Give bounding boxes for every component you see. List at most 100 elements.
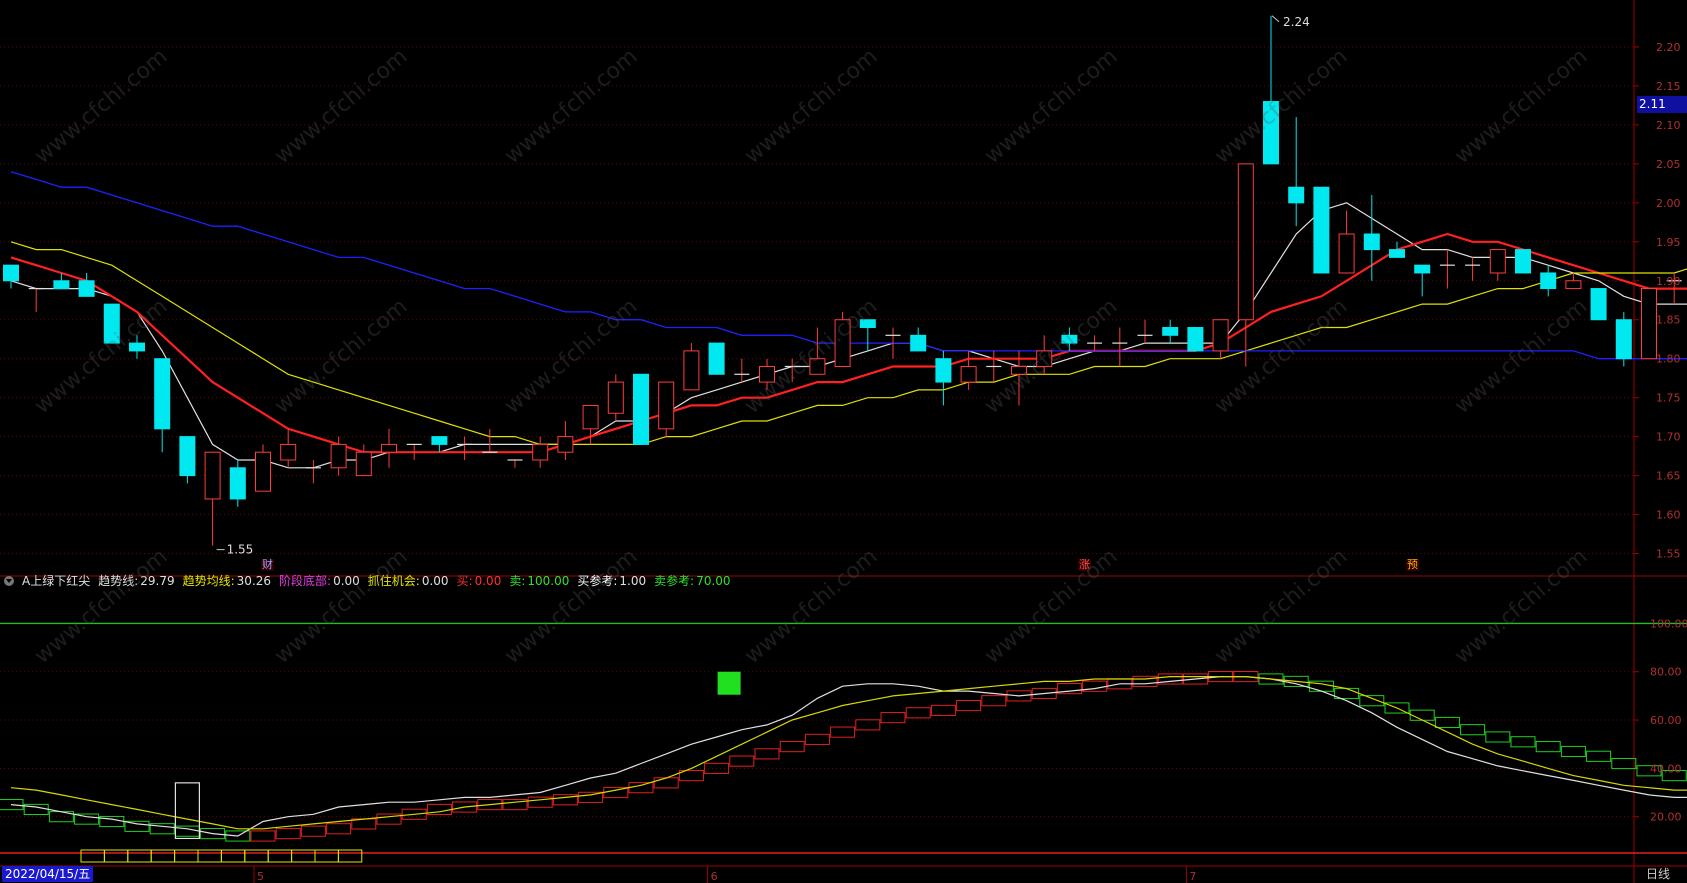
indicator-y-tick-label: 100.00 xyxy=(1650,617,1687,630)
stock-chart[interactable]: 1.55 1.60 1.65 1.70 1.75 1.80 1.85 1.90 1.95 2.00… xyxy=(0,0,1687,883)
candle-down xyxy=(3,264,19,282)
candle-up xyxy=(557,436,574,453)
indicator-step-box xyxy=(300,825,326,837)
main-y-tick-label: 1.85 xyxy=(1656,314,1681,327)
indicator-field-4: 买: xyxy=(456,574,473,588)
indicator-field-value-7: 70.00 xyxy=(696,574,731,588)
indicator-step-box xyxy=(1560,745,1586,758)
main-y-tick-label: 2.20 xyxy=(1656,41,1681,54)
candle-down xyxy=(910,334,927,352)
indicator-step-box xyxy=(653,777,679,789)
indicator-step-box xyxy=(981,695,1007,707)
candle-down xyxy=(1263,101,1279,165)
x-tick-label: 7 xyxy=(1189,870,1196,883)
event-marker-finance[interactable]: 财 xyxy=(261,559,274,571)
candle-up xyxy=(204,451,221,500)
indicator-field-0: 趋势线: xyxy=(98,574,139,588)
candle-down xyxy=(431,436,448,445)
period-label[interactable]: 日线 xyxy=(1646,866,1670,882)
candle-up xyxy=(1036,350,1053,367)
indicator-field-5: 卖: xyxy=(509,574,526,588)
y-axis-labels: 1.55 1.60 1.65 1.70 1.75 1.80 1.85 1.90 1.95 2.00… xyxy=(1650,41,1687,824)
indicator-field-6: 买参考: xyxy=(577,574,618,588)
x-tick-label: 6 xyxy=(711,870,718,883)
candle-up xyxy=(1641,288,1657,360)
indicator-field-value-6: 1.00 xyxy=(619,574,647,588)
chart-annotations: 2.24 1.55 xyxy=(80,15,1310,863)
candle-down xyxy=(708,342,725,375)
indicator-lines xyxy=(0,622,1687,854)
candle-down xyxy=(1363,233,1380,251)
indicator-step-box xyxy=(1434,716,1460,729)
indicator-step-box xyxy=(855,719,881,731)
yellow-marker-box xyxy=(127,849,152,863)
indicator-step-box xyxy=(804,733,830,745)
candle-down xyxy=(1061,334,1078,344)
indicator-step-box xyxy=(1535,741,1561,753)
candle-up xyxy=(1011,365,1027,375)
indicator-y-tick-label: 20.00 xyxy=(1650,811,1682,824)
indicator-y-tick-label: 40.00 xyxy=(1650,762,1682,775)
yellow-marker-box xyxy=(103,849,129,863)
main-y-tick-label: 1.65 xyxy=(1656,470,1681,483)
candle-down xyxy=(1389,249,1405,258)
indicator-step-box xyxy=(250,830,276,842)
indicator-field-value-0: 29.79 xyxy=(140,574,175,588)
chart-axes xyxy=(0,0,1687,883)
candle-down xyxy=(1162,327,1179,336)
indicator-step-box xyxy=(1460,724,1486,736)
indicator-step-box xyxy=(880,712,906,724)
indicator-field-value-2: 0.00 xyxy=(333,574,360,588)
max-price-label: 2.24 xyxy=(1283,15,1310,29)
candle-up xyxy=(582,404,599,430)
date-badge[interactable]: 2022/04/15/五 xyxy=(2,866,94,882)
indicator-step-box xyxy=(1586,750,1612,762)
candle-up xyxy=(381,443,397,453)
yellow-marker-box xyxy=(150,849,176,863)
candle-up xyxy=(532,443,549,461)
indicator-step-box xyxy=(905,707,931,719)
sell-signal-box xyxy=(717,671,741,695)
main-y-tick-label: 1.95 xyxy=(1656,236,1681,249)
candle-down xyxy=(1540,272,1557,290)
candle-down xyxy=(103,303,120,344)
collapse-icon[interactable] xyxy=(4,576,14,586)
indicator-step-box xyxy=(275,828,301,840)
candle-down xyxy=(229,467,246,500)
candle-up xyxy=(1338,233,1355,274)
candle-up xyxy=(1565,280,1582,290)
grid-lines xyxy=(0,46,1634,818)
main-y-tick-label: 2.00 xyxy=(1656,197,1681,210)
indicator-field-3: 抓住机会: xyxy=(367,574,420,588)
candle-down xyxy=(1187,327,1204,352)
candle-up xyxy=(1489,249,1506,274)
candle-up xyxy=(809,358,826,375)
main-y-tick-label: 2.10 xyxy=(1656,119,1681,132)
event-marker-limit-up[interactable]: 涨 xyxy=(1078,559,1091,571)
x-axis-labels: 5 6 7 xyxy=(257,870,1196,883)
candle-up xyxy=(607,381,624,414)
candle-up xyxy=(658,381,675,430)
candle-up xyxy=(1212,319,1229,352)
indicator-step-box xyxy=(779,741,805,753)
indicator-field-2: 阶段底部: xyxy=(279,574,332,588)
indicator-field-value-3: 0.00 xyxy=(421,574,449,588)
yellow-marker-box xyxy=(197,849,222,863)
min-price-label: 1.55 xyxy=(227,543,254,557)
indicator-line-1 xyxy=(10,675,1687,830)
indicator-step-boxes xyxy=(0,670,1687,842)
indicator-field-value-1: 30.26 xyxy=(236,574,272,588)
main-y-tick-label: 1.80 xyxy=(1656,353,1681,366)
yellow-marker-box xyxy=(80,849,105,863)
yellow-marker-box xyxy=(220,849,246,863)
yellow-marker-box xyxy=(291,849,316,863)
yellow-marker-box xyxy=(244,849,269,863)
main-y-tick-label: 1.55 xyxy=(1656,548,1681,561)
event-marker-forecast[interactable]: 预 xyxy=(1406,559,1419,571)
candle-up xyxy=(355,451,372,477)
candle-down xyxy=(53,280,70,290)
candle-down xyxy=(935,358,952,383)
indicator-name[interactable]: A上绿下红尖 xyxy=(22,572,90,590)
yellow-marker-box xyxy=(337,849,363,863)
candle-up xyxy=(255,451,271,492)
